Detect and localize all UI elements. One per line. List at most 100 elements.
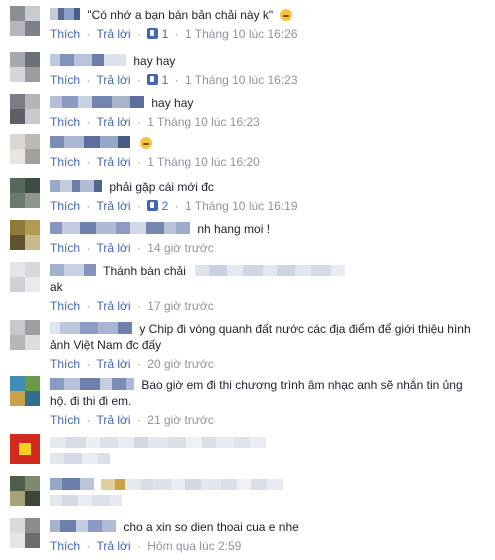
like-link[interactable]: Thích [50,73,80,87]
comment-text: Bao giờ em đi thi chương trình âm nhạc a… [141,378,463,392]
comment-list: "Có nhớ a bạn bán bản chải này k" Thích … [0,0,495,560]
commenter-name[interactable] [50,378,134,390]
separator: · [174,199,179,213]
redacted-text [195,264,346,276]
separator: · [86,299,91,313]
timestamp[interactable]: Hôm qua lúc 2:59 [147,539,241,553]
emoji-icon [279,9,292,21]
commenter-name[interactable] [50,8,80,20]
separator: · [136,357,141,371]
separator: · [86,115,91,129]
comment-text: hay hay [151,96,194,110]
like-link[interactable]: Thích [50,413,80,427]
avatar[interactable] [10,6,40,36]
separator: · [86,357,91,371]
separator: · [86,241,91,255]
reply-link[interactable]: Trả lời [96,241,130,255]
separator: · [174,73,179,87]
separator: · [136,413,141,427]
commenter-name[interactable] [50,136,130,148]
redacted-text [101,478,284,490]
reply-link[interactable]: Trả lời [96,155,130,169]
timestamp[interactable]: 21 giờ trước [147,413,213,427]
comment-text: hay hay [133,54,176,68]
reply-link[interactable]: Trả lời [96,73,130,87]
commenter-name[interactable] [50,96,144,108]
like-link[interactable]: Thích [50,539,80,553]
comment-text: nh hang moi ! [197,222,271,236]
separator: · [136,115,141,129]
like-count[interactable]: 2 [162,199,169,213]
separator: · [86,413,91,427]
commenter-name[interactable] [50,54,126,66]
like-count[interactable]: 1 [162,73,169,87]
separator: · [136,199,141,213]
avatar[interactable] [10,178,40,208]
like-icon [147,28,159,39]
separator: · [136,73,141,87]
like-link[interactable]: Thích [50,155,80,169]
like-count[interactable]: 1 [162,27,169,41]
separator: · [86,199,91,213]
avatar[interactable] [10,434,40,464]
like-link[interactable]: Thích [50,199,80,213]
comment-text: cho a xin so dien thoai cua e nhe [123,520,299,534]
comment-text: Thánh bàn chải [103,264,186,278]
comment-text-continued: ak [50,280,63,294]
timestamp[interactable]: 1 Tháng 10 lúc 16:23 [147,115,260,129]
separator: · [136,539,141,553]
like-link[interactable]: Thích [50,115,80,129]
avatar[interactable] [10,320,40,350]
separator: · [136,27,141,41]
like-icon [147,200,159,211]
avatar[interactable] [10,376,40,406]
separator: · [174,27,179,41]
reply-link[interactable]: Trả lời [96,27,130,41]
commenter-name[interactable] [50,520,116,532]
separator: · [136,241,141,255]
commenter-name[interactable] [50,180,102,192]
reply-link[interactable]: Trả lời [96,413,130,427]
like-link[interactable]: Thích [50,27,80,41]
like-link[interactable]: Thích [50,299,80,313]
like-icon [147,74,159,85]
comment-text-continued: ảnh Việt Nam đc đấy [50,338,162,352]
timestamp[interactable]: 1 Tháng 10 lúc 16:19 [185,199,298,213]
separator: · [86,27,91,41]
redacted-text [50,436,266,448]
reply-link[interactable]: Trả lời [96,299,130,313]
commenter-name[interactable] [50,478,94,490]
redacted-text [50,494,122,506]
avatar[interactable] [10,262,40,292]
avatar[interactable] [10,134,40,164]
reply-link[interactable]: Trả lời [96,199,130,213]
timestamp[interactable]: 17 giờ trước [147,299,213,313]
comment-text: "Có nhớ a bạn bán bản chải này k" [87,8,274,22]
commenter-name[interactable] [50,222,190,234]
timestamp[interactable]: 1 Tháng 10 lúc 16:20 [147,155,260,169]
commenter-name[interactable] [50,322,132,334]
reply-link[interactable]: Trả lời [96,539,130,553]
commenter-name[interactable] [50,264,96,276]
comment-text-continued: hộ. đi thi đi em. [50,394,132,408]
separator: · [86,73,91,87]
timestamp[interactable]: 1 Tháng 10 lúc 16:26 [185,27,298,41]
reply-link[interactable]: Trả lời [96,357,130,371]
separator: · [136,155,141,169]
reply-link[interactable]: Trả lời [96,115,130,129]
avatar[interactable] [10,518,40,548]
timestamp[interactable]: 20 giờ trước [147,357,213,371]
separator: · [86,539,91,553]
avatar[interactable] [10,220,40,250]
avatar[interactable] [10,52,40,82]
avatar[interactable] [10,94,40,124]
like-link[interactable]: Thích [50,357,80,371]
redacted-text [50,452,110,464]
timestamp[interactable]: 14 giờ trước [147,241,213,255]
emoji-icon [140,137,153,149]
comment-text: y Chip đi vòng quanh đất nước các địa đi… [139,322,471,336]
like-link[interactable]: Thích [50,241,80,255]
comment-text: phải gặp cái mới đc [109,180,214,194]
timestamp[interactable]: 1 Tháng 10 lúc 16:23 [185,73,298,87]
avatar[interactable] [10,476,40,506]
